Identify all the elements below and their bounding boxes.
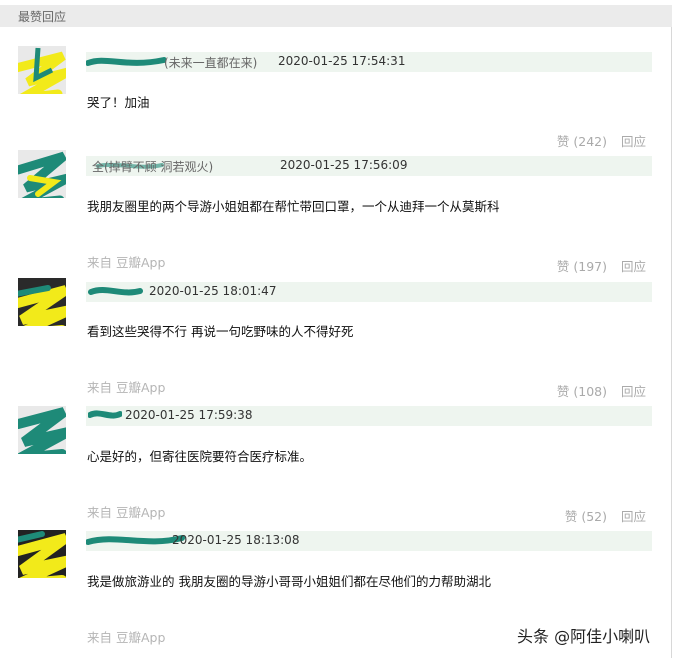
- comment-text: 看到这些哭得不行 再说一句吃野味的人不得好死: [87, 324, 354, 339]
- comment-text: 我朋友圈里的两个导游小姐姐都在帮忙带回口罩，一个从迪拜一个从莫斯科: [87, 199, 500, 214]
- comment-text: 我是做旅游业的 我朋友圈的导游小哥哥小姐姐们都在尽他们的力帮助湖北: [87, 574, 491, 589]
- comment-source: 来自 豆瓣App: [87, 255, 166, 270]
- like-label: 赞: [556, 259, 570, 274]
- like-count: (197): [573, 259, 607, 274]
- comment-source: 来自 豆瓣App: [87, 505, 166, 520]
- avatar[interactable]: [18, 406, 66, 454]
- like-label: 赞: [556, 384, 570, 399]
- comment-text: 心是好的，但寄往医院要符合医疗标准。: [87, 449, 313, 464]
- comment-source: 来自 豆瓣App: [87, 630, 166, 645]
- timestamp: 2020-01-25 17:54:31: [278, 54, 406, 68]
- comment-actions: 赞 (108) 回应: [547, 381, 646, 400]
- reply-button[interactable]: 回应: [621, 134, 646, 149]
- avatar[interactable]: [18, 530, 66, 578]
- like-button[interactable]: 赞 (197): [557, 259, 607, 274]
- timestamp: 2020-01-25 17:59:38: [125, 408, 253, 422]
- comment-meta: (未来一直都在来) 2020-01-25 17:54:31: [86, 52, 652, 72]
- like-count: (52): [581, 509, 607, 524]
- username-redaction: [88, 410, 122, 419]
- avatar[interactable]: [18, 150, 66, 198]
- like-count: (108): [573, 384, 607, 399]
- timestamp: 2020-01-25 18:13:08: [172, 533, 300, 547]
- like-label: 赞: [556, 134, 570, 149]
- username[interactable]: (未来一直都在来): [164, 54, 257, 71]
- like-label: 赞: [564, 509, 578, 524]
- comment-source: 来自 豆瓣App: [87, 380, 166, 395]
- comment-meta: 2020-01-25 18:01:47: [86, 282, 652, 302]
- reply-button[interactable]: 回应: [621, 509, 646, 524]
- username-redaction: [86, 535, 185, 545]
- avatar[interactable]: [18, 278, 66, 326]
- username-redaction: [88, 287, 143, 296]
- section-title: 最赞回应: [18, 10, 67, 24]
- redaction-scribble-icon: [18, 530, 66, 578]
- like-button[interactable]: 赞 (52): [565, 509, 607, 524]
- username-redaction: [86, 57, 166, 66]
- comment-text: 哭了！加油: [87, 95, 150, 110]
- like-button[interactable]: 赞 (108): [557, 384, 607, 399]
- comment-meta: 全(掉臂不顾 洞若观火) 2020-01-25 17:56:09: [86, 156, 652, 176]
- reply-button[interactable]: 回应: [621, 259, 646, 274]
- like-button[interactable]: 赞 (242): [557, 134, 607, 149]
- reply-button[interactable]: 回应: [621, 384, 646, 399]
- username[interactable]: 全(掉臂不顾 洞若观火): [92, 158, 213, 175]
- like-count: (242): [573, 134, 607, 149]
- section-header: 最赞回应: [0, 5, 672, 27]
- redaction-scribble-icon: [18, 278, 66, 326]
- avatar[interactable]: [18, 46, 66, 94]
- frame-divider: [671, 27, 672, 658]
- redaction-scribble-icon: [18, 47, 66, 94]
- comment-actions: 赞 (197) 回应: [547, 256, 646, 275]
- timestamp: 2020-01-25 18:01:47: [149, 284, 277, 298]
- timestamp: 2020-01-25 17:56:09: [280, 158, 408, 172]
- comment-actions: 赞 (242) 回应: [547, 131, 646, 150]
- comment-meta: 2020-01-25 18:13:08: [86, 531, 652, 551]
- comment-meta: 2020-01-25 17:59:38: [86, 406, 652, 426]
- redaction-scribble-icon: [18, 151, 66, 198]
- redaction-scribble-icon: [18, 407, 66, 454]
- watermark: 头条 @阿佳小喇叭: [517, 627, 651, 646]
- comment-actions: 赞 (52) 回应: [555, 506, 646, 525]
